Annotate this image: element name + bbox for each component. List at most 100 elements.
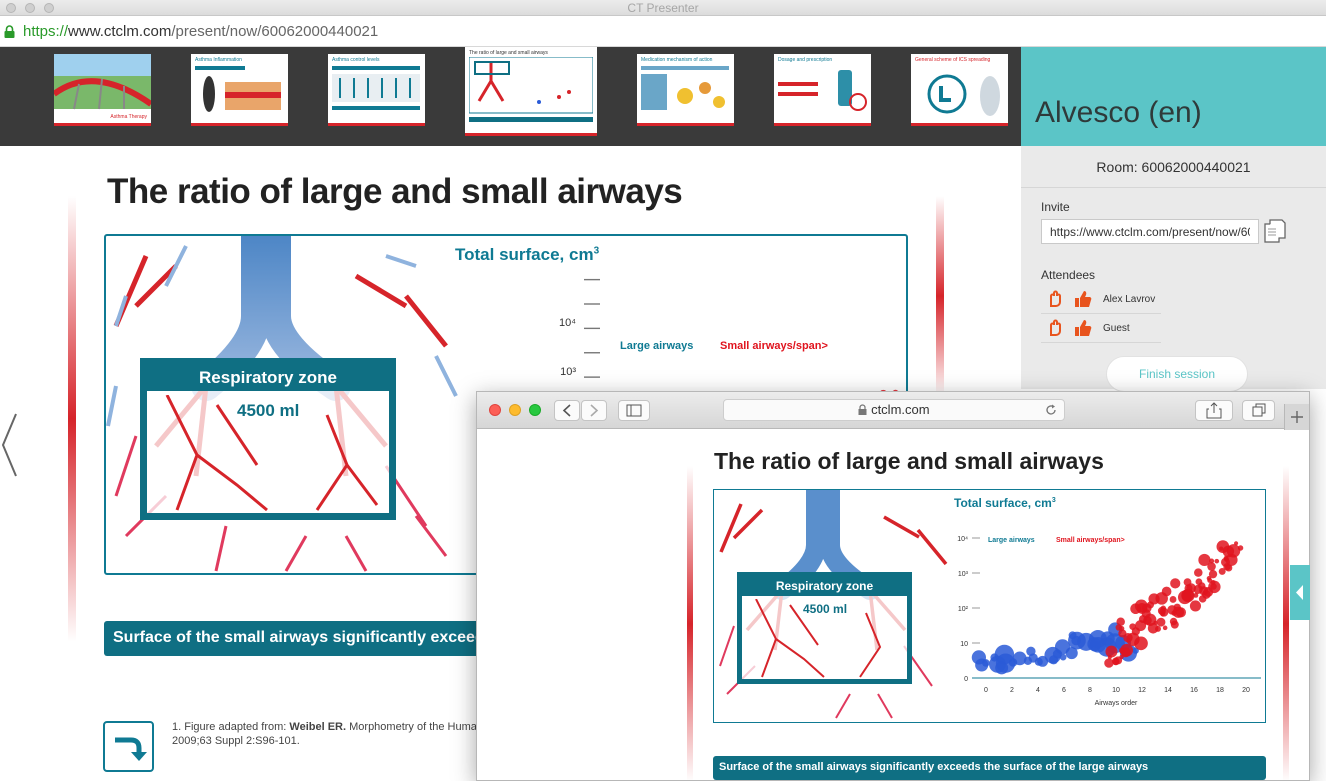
small-airway-point xyxy=(1143,616,1152,625)
thumbnail-footer: Asthma Therapy xyxy=(110,114,147,120)
small-airway-point xyxy=(1171,610,1177,616)
small-airway-point xyxy=(1105,645,1118,658)
safari-address-field[interactable]: ctclm.com xyxy=(723,399,1065,421)
url-scheme: https:// xyxy=(23,23,69,40)
collapse-panel-tab[interactable] xyxy=(1290,565,1310,620)
chevron-left-icon xyxy=(562,404,571,417)
thumbnail-2[interactable]: Asthma Inflammation xyxy=(191,54,288,126)
small-airway-point xyxy=(1189,600,1201,612)
thumbnail-3[interactable]: Asthma control levels xyxy=(328,54,425,126)
bg-legend-label: Large airways xyxy=(620,340,693,352)
thumbnail-4-active[interactable]: The ratio of large and small airways xyxy=(465,47,597,136)
room-label: Room: 60062000440021 xyxy=(1021,146,1326,188)
raise-hand-icon[interactable] xyxy=(1047,319,1063,337)
preview-respiratory-zone-heading: Respiratory zone xyxy=(742,577,907,596)
preview-respiratory-zone-box: Respiratory zone 4500 ml xyxy=(737,572,912,684)
sidebar-icon xyxy=(626,404,642,417)
bg-y-tick-label: 10⁴ xyxy=(559,317,576,329)
alveoli-illustration xyxy=(165,395,379,512)
small-airway-point xyxy=(1107,655,1112,660)
thumbnail-bar xyxy=(641,66,729,70)
tabs-overview-button[interactable] xyxy=(1242,400,1275,421)
finish-session-button[interactable]: Finish session xyxy=(1106,356,1248,392)
small-airway-point xyxy=(1116,617,1125,626)
x-tick-label: 16 xyxy=(1190,687,1198,694)
small-airway-point xyxy=(1208,570,1218,579)
footnote-prefix: 1. Figure adapted from: xyxy=(172,721,290,733)
invite-link-field[interactable] xyxy=(1041,219,1259,244)
url-text[interactable]: https://www.ctclm.com/present/now/600620… xyxy=(23,23,378,40)
thumbnail-1[interactable]: Asthma Therapy xyxy=(54,54,151,126)
thumbnail-bar xyxy=(332,66,420,70)
forward-button[interactable] xyxy=(581,400,607,421)
small-airway-point xyxy=(1209,558,1215,564)
small-airway-point xyxy=(1134,636,1148,651)
copy-icon[interactable] xyxy=(1264,219,1286,244)
respiratory-zone-box: Respiratory zone 4500 ml xyxy=(140,358,396,520)
back-button[interactable] xyxy=(554,400,580,421)
next-slide-button[interactable] xyxy=(103,721,154,772)
large-airway-point xyxy=(1068,631,1077,640)
x-tick-label: 18 xyxy=(1216,687,1224,694)
lock-icon xyxy=(858,404,867,415)
x-tick-label: 6 xyxy=(1062,687,1066,694)
preview-chart-title-text: Total surface, cm xyxy=(954,496,1052,510)
presentation-header: Alvesco (en) xyxy=(1021,47,1326,146)
large-airway-point xyxy=(1059,653,1067,661)
thumbnail-7[interactable]: General scheme of ICS spreading xyxy=(911,54,1008,126)
y-tick-label: 0 xyxy=(964,676,968,683)
slide-thumbnail-strip: Asthma Therapy Asthma Inflammation Asthm… xyxy=(0,47,1021,146)
share-button[interactable] xyxy=(1195,400,1233,421)
address-bar[interactable]: https://www.ctclm.com/present/now/600620… xyxy=(0,16,1326,47)
window-title: CT Presenter xyxy=(627,1,699,15)
thumbs-up-icon[interactable] xyxy=(1074,319,1092,337)
reload-icon[interactable] xyxy=(1044,403,1058,417)
x-tick-label: 4 xyxy=(1036,687,1040,694)
thumbnail-title: The ratio of large and small airways xyxy=(469,50,548,56)
preview-chart-title: Total surface, cm3 xyxy=(954,496,1056,510)
chart-title-text: Total surface, cm xyxy=(455,245,594,264)
preview-slide-title: The ratio of large and small airways xyxy=(714,448,1104,474)
share-icon xyxy=(1206,402,1222,419)
x-tick-label: 8 xyxy=(1088,687,1092,694)
small-airway-point xyxy=(1162,625,1168,631)
legend-label: Large airways xyxy=(988,537,1035,544)
lock-icon xyxy=(4,25,15,38)
large-airway-point xyxy=(995,653,1016,673)
x-tick-label: 14 xyxy=(1164,687,1172,694)
raise-hand-icon[interactable] xyxy=(1047,290,1063,308)
small-airway-point xyxy=(1194,568,1203,577)
slide-title: The ratio of large and small airways xyxy=(107,172,683,211)
bg-legend-label: Small airways/span> xyxy=(720,340,828,352)
y-tick-label: 10⁴ xyxy=(957,536,968,543)
thumbnail-title: General scheme of ICS spreading xyxy=(915,57,991,63)
preview-chart-title-superscript: 3 xyxy=(1051,497,1056,504)
minimize-button[interactable] xyxy=(509,404,521,416)
preview-conclusion-banner: Surface of the small airways significant… xyxy=(713,756,1266,780)
previous-slide-chevron-icon[interactable] xyxy=(0,412,20,478)
new-tab-button[interactable] xyxy=(1284,404,1309,430)
small-airway-point xyxy=(1207,562,1216,571)
large-airway-point xyxy=(1049,655,1059,665)
y-tick-label: 10 xyxy=(960,641,968,648)
ics-spreading-diagram xyxy=(927,74,1000,116)
close-button[interactable] xyxy=(489,404,501,416)
small-airway-point xyxy=(1214,558,1220,564)
thumbnail-5[interactable]: Medication mechanism of action xyxy=(637,54,734,126)
small-airway-point xyxy=(1169,596,1177,603)
x-axis-label: Airways order xyxy=(1095,700,1138,707)
airways-mini-diagram xyxy=(469,57,593,122)
bg-y-tick-label: 10³ xyxy=(560,366,576,378)
legend-label: Small airways/span> xyxy=(1056,537,1125,544)
small-airway-point xyxy=(1181,589,1195,603)
zoom-button[interactable] xyxy=(529,404,541,416)
inflammation-diagram xyxy=(203,76,281,112)
sidebar-button[interactable] xyxy=(618,400,650,421)
attendee-name: Guest xyxy=(1103,323,1130,334)
small-airway-point xyxy=(1219,546,1224,551)
attendee-row: Guest xyxy=(1041,315,1161,343)
thumbs-up-icon[interactable] xyxy=(1074,290,1092,308)
thumbnail-bar xyxy=(195,66,245,70)
thumbnail-title: Medication mechanism of action xyxy=(641,57,713,63)
thumbnail-6[interactable]: Dosage and prescription xyxy=(774,54,871,126)
